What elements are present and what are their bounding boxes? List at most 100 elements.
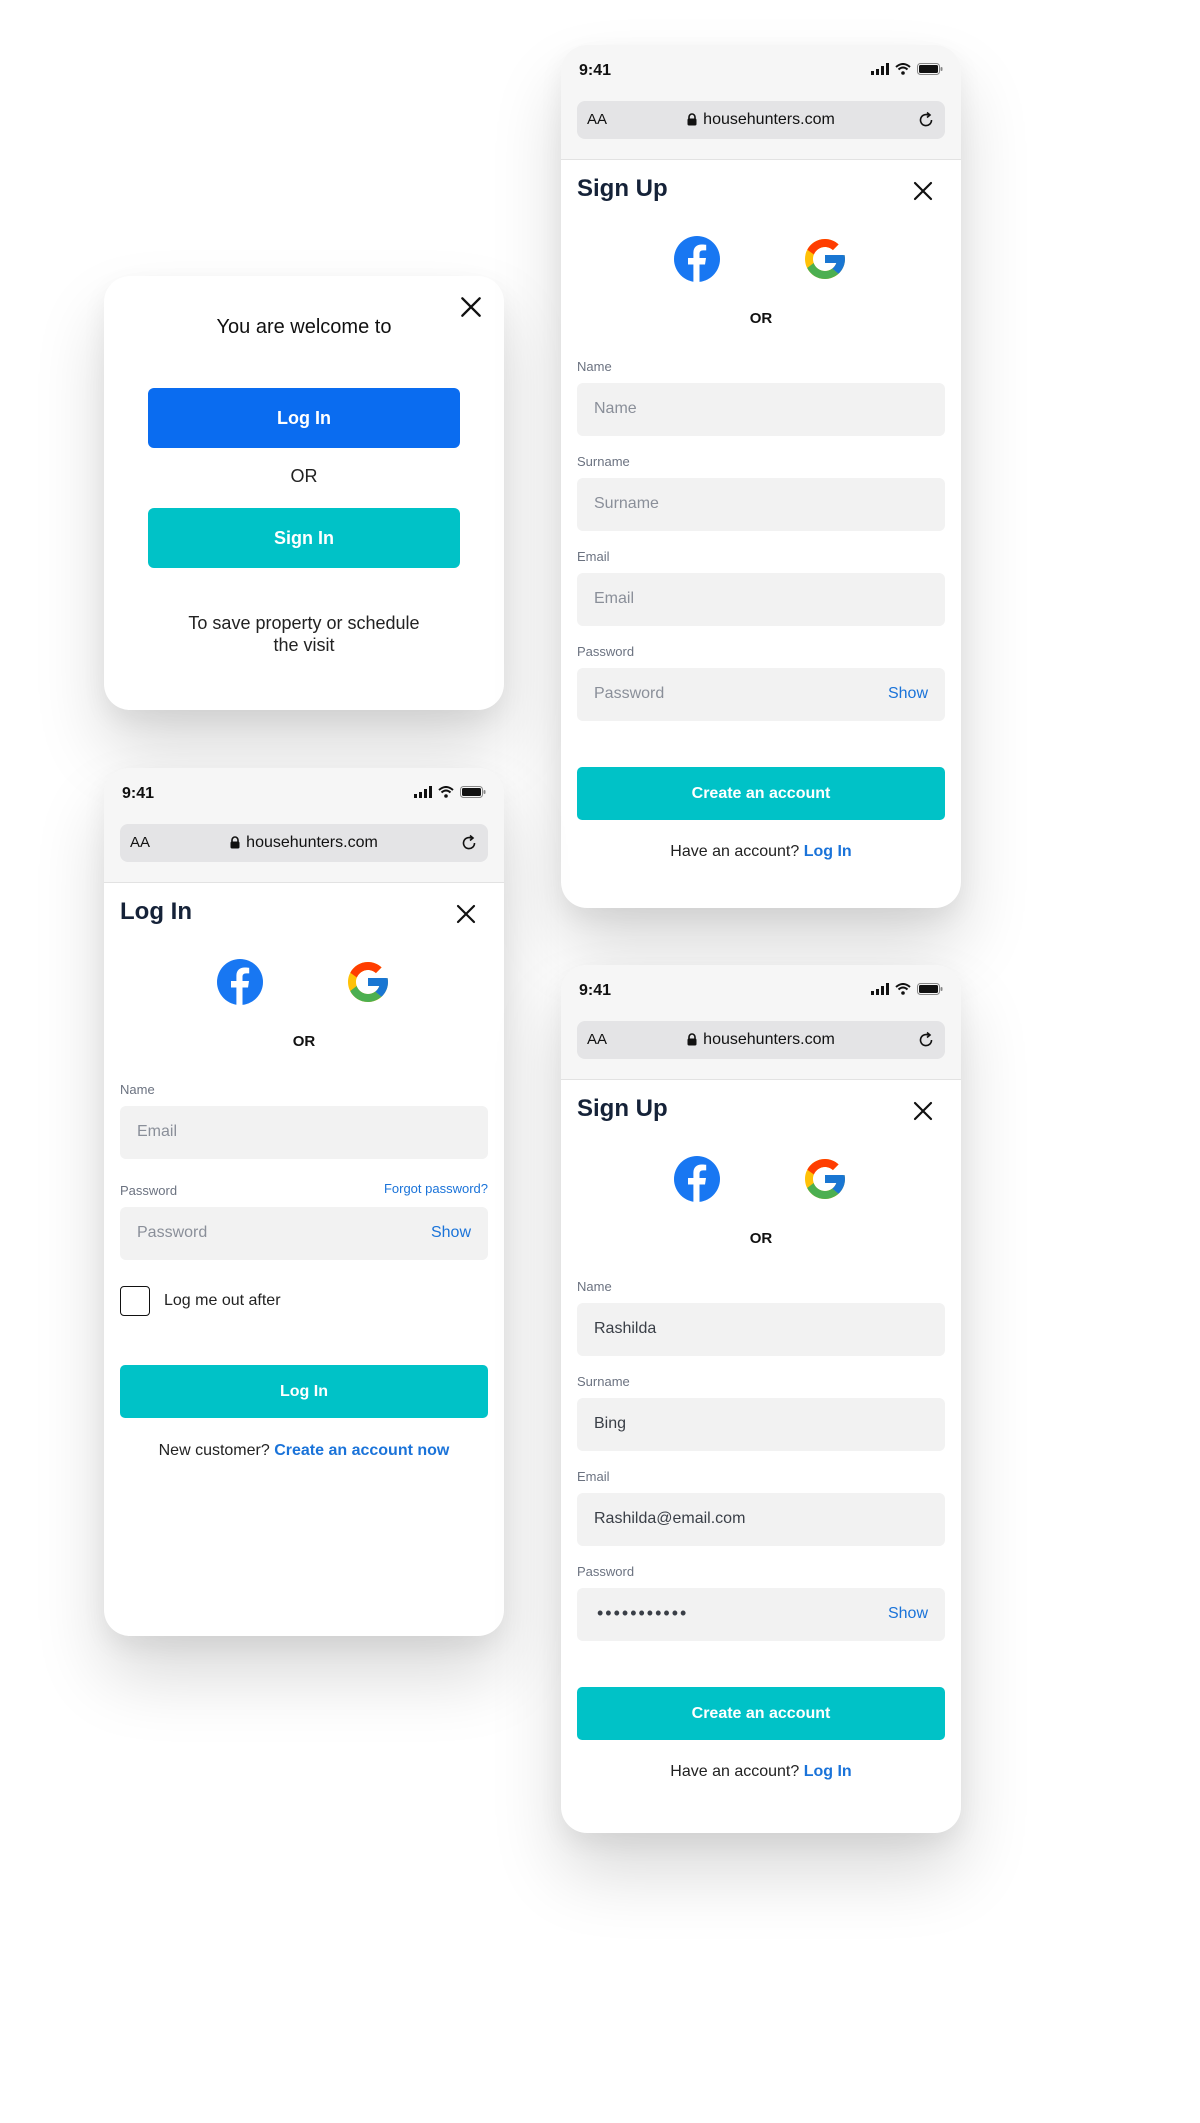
signal-icon: [414, 786, 432, 798]
browser-chrome: 9:41 AA househunters.com: [561, 965, 961, 1080]
reload-icon[interactable]: [916, 1030, 936, 1050]
battery-icon: [917, 983, 943, 995]
name-placeholder: Name: [594, 400, 637, 417]
name-label: Name: [577, 1279, 612, 1294]
surname-field[interactable]: Bing: [577, 1398, 945, 1451]
status-time: 9:41: [579, 982, 612, 999]
login-prompt-text: Have an account?: [670, 1763, 800, 1780]
status-icons: [414, 786, 486, 798]
signup-filled-screen: 9:41 AA househunters.com Sign Up OR Name…: [561, 965, 961, 1833]
login-prompt: Have an account? Log In: [561, 1763, 961, 1781]
url-value: househunters.com: [246, 834, 378, 851]
email-placeholder: Email: [137, 1123, 178, 1140]
show-password-toggle[interactable]: Show: [888, 685, 928, 703]
name-field[interactable]: Name: [577, 383, 945, 436]
password-field[interactable]: Password Show: [577, 668, 945, 721]
create-account-button[interactable]: Create an account: [577, 1687, 945, 1740]
battery-icon: [917, 63, 943, 75]
close-icon[interactable]: [911, 179, 935, 203]
status-time: 9:41: [579, 62, 612, 79]
or-divider: OR: [290, 466, 318, 486]
wifi-icon: [438, 786, 454, 798]
close-icon[interactable]: [911, 1099, 935, 1123]
password-label: Password: [577, 1564, 635, 1579]
create-account-button[interactable]: Create an account: [577, 767, 945, 820]
email-value: Rashilda@email.com: [594, 1510, 746, 1527]
welcome-note: To save property or schedule the visit: [188, 613, 420, 655]
surname-label: Surname: [577, 1374, 630, 1389]
reload-icon[interactable]: [459, 833, 479, 853]
page-title: Sign Up: [577, 1095, 668, 1122]
url-value: househunters.com: [703, 1031, 835, 1048]
email-field[interactable]: Email: [120, 1106, 488, 1159]
or-divider: OR: [749, 1230, 773, 1247]
or-divider: OR: [292, 1033, 316, 1050]
surname-label: Surname: [577, 454, 630, 469]
signal-icon: [871, 983, 889, 995]
password-placeholder: Password: [137, 1224, 208, 1241]
address-bar[interactable]: AA househunters.com: [120, 824, 488, 862]
login-submit-button[interactable]: Log In: [120, 1365, 488, 1418]
facebook-icon[interactable]: [673, 235, 721, 283]
login-prompt: Have an account? Log In: [561, 843, 961, 861]
email-field[interactable]: Rashilda@email.com: [577, 1493, 945, 1546]
lock-icon: [230, 836, 240, 849]
browser-chrome: 9:41 AA househunters.com: [561, 45, 961, 160]
name-value: Rashilda: [594, 1320, 657, 1337]
login-prompt-text: Have an account?: [670, 843, 800, 860]
show-password-toggle[interactable]: Show: [888, 1605, 928, 1623]
password-placeholder: Password: [594, 685, 665, 702]
google-icon[interactable]: [801, 1155, 849, 1203]
page-title: Sign Up: [577, 175, 668, 202]
status-icons: [871, 63, 943, 75]
email-placeholder: Email: [594, 590, 635, 607]
wifi-icon: [895, 983, 911, 995]
create-account-link[interactable]: Create an account now: [274, 1442, 449, 1459]
url-text: househunters.com: [577, 1031, 945, 1049]
password-field[interactable]: Password Show: [120, 1207, 488, 1260]
browser-chrome: 9:41 AA househunters.com: [104, 768, 504, 883]
facebook-icon[interactable]: [216, 958, 264, 1006]
name-field[interactable]: Rashilda: [577, 1303, 945, 1356]
email-field[interactable]: Email: [577, 573, 945, 626]
password-masked-value: •••••••••••: [597, 1603, 689, 1623]
welcome-title: You are welcome to: [216, 316, 392, 338]
close-icon[interactable]: [454, 902, 478, 926]
url-value: househunters.com: [703, 111, 835, 128]
signup-screen: 9:41 AA househunters.com Sign Up OR Name…: [561, 45, 961, 908]
signup-prompt: New customer? Create an account now: [104, 1442, 504, 1460]
password-label: Password: [577, 644, 635, 659]
login-screen: 9:41 AA househunters.com Log In OR Name …: [104, 768, 504, 1636]
login-link[interactable]: Log In: [804, 1763, 852, 1780]
battery-icon: [460, 786, 486, 798]
reload-icon[interactable]: [916, 110, 936, 130]
name-label: Name: [120, 1082, 155, 1097]
password-label: Password: [120, 1183, 178, 1198]
name-label: Name: [577, 359, 612, 374]
surname-field[interactable]: Surname: [577, 478, 945, 531]
forgot-password-link[interactable]: Forgot password?: [384, 1181, 488, 1196]
lock-icon: [687, 1033, 697, 1046]
url-text: househunters.com: [577, 111, 945, 129]
google-icon[interactable]: [344, 958, 392, 1006]
signal-icon: [871, 63, 889, 75]
signin-button[interactable]: Sign In: [148, 508, 460, 568]
address-bar[interactable]: AA househunters.com: [577, 1021, 945, 1059]
wifi-icon: [895, 63, 911, 75]
password-field[interactable]: ••••••••••• Show: [577, 1588, 945, 1641]
email-label: Email: [577, 549, 610, 564]
url-text: househunters.com: [120, 834, 488, 852]
google-icon[interactable]: [801, 235, 849, 283]
or-divider: OR: [749, 310, 773, 327]
facebook-icon[interactable]: [673, 1155, 721, 1203]
login-button[interactable]: Log In: [148, 388, 460, 448]
status-time: 9:41: [122, 785, 155, 802]
logout-checkbox-label: Log me out after: [164, 1292, 281, 1309]
address-bar[interactable]: AA househunters.com: [577, 101, 945, 139]
logout-checkbox[interactable]: [120, 1286, 150, 1316]
status-icons: [871, 983, 943, 995]
email-label: Email: [577, 1469, 610, 1484]
welcome-modal: You are welcome to Log In OR Sign In To …: [104, 276, 504, 710]
show-password-toggle[interactable]: Show: [431, 1224, 471, 1242]
login-link[interactable]: Log In: [804, 843, 852, 860]
